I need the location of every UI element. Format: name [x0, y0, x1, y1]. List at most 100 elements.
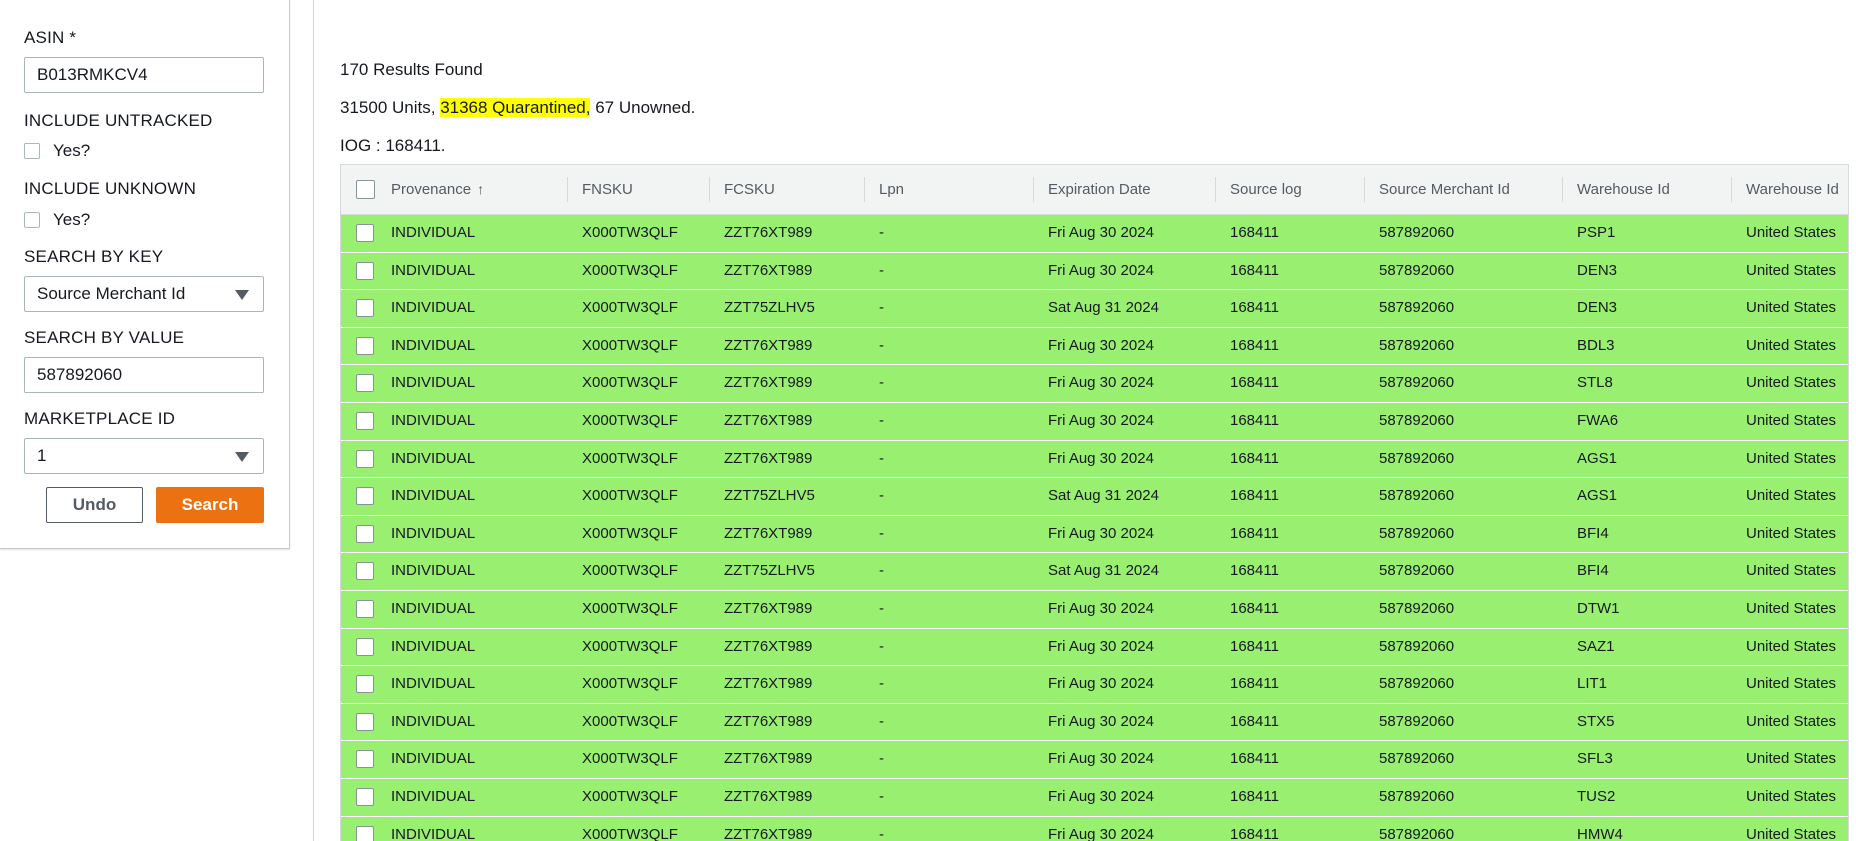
column-header-fcsku[interactable]: FCSKU — [724, 165, 775, 214]
table-row[interactable]: INDIVIDUAL X000TW3QLF ZZT76XT989 - Fri Aug 3… — [341, 628, 1848, 667]
cell-expiration-date: Fri Aug 30 2024 — [1048, 449, 1154, 467]
row-checkbox[interactable] — [356, 336, 374, 355]
column-header-provenance[interactable]: Provenance ↑ — [391, 165, 484, 214]
row-checkbox[interactable] — [356, 675, 374, 694]
column-header-expiration-date[interactable]: Expiration Date — [1048, 165, 1151, 214]
column-resize-handle[interactable] — [1364, 177, 1365, 202]
cell-warehouse-id: BFI4 — [1577, 524, 1609, 542]
cell-warehouse-id-2: United States — [1746, 224, 1837, 241]
table-row[interactable]: INDIVIDUAL X000TW3QLF ZZT76XT989 - Fri Aug 3… — [341, 741, 1848, 779]
row-checkbox[interactable] — [356, 600, 374, 618]
table-row[interactable]: INDIVIDUAL X000TW3QLF ZZT76XT989 - Fri Aug 3… — [341, 703, 1848, 742]
column-header-label: FCSKU — [724, 181, 775, 198]
cell-fnsku: X000TW3QLF — [582, 261, 678, 279]
cell-provenance: INDIVIDUAL — [391, 675, 476, 693]
table-row[interactable]: INDIVIDUAL X000TW3QLF ZZT76XT989 - Fri Aug 3… — [341, 215, 1848, 253]
cell-provenance: INDIVIDUAL — [391, 299, 476, 317]
row-checkbox[interactable] — [356, 261, 374, 280]
row-checkbox[interactable] — [356, 562, 374, 581]
cell-fnsku: X000TW3QLF — [582, 675, 678, 693]
cell-provenance: INDIVIDUAL — [391, 712, 476, 730]
row-checkbox[interactable] — [356, 524, 374, 543]
results-count: 170 Results Found — [340, 60, 483, 79]
table-row[interactable]: INDIVIDUAL X000TW3QLF ZZT76XT989 - Fri Aug 3… — [341, 591, 1848, 629]
table-row[interactable]: INDIVIDUAL X000TW3QLF ZZT76XT989 - Fri Aug 3… — [341, 816, 1848, 841]
row-checkbox[interactable] — [356, 750, 374, 769]
search-button[interactable]: Search — [156, 487, 264, 523]
column-header-lpn[interactable]: Lpn — [879, 165, 904, 214]
asin-label: ASIN * — [24, 28, 77, 47]
table-row[interactable]: INDIVIDUAL X000TW3QLF ZZT76XT989 - Fri Aug 3… — [341, 403, 1848, 441]
table-row[interactable]: INDIVIDUAL X000TW3QLF ZZT75ZLHV5 - Sat Aug 3… — [341, 478, 1848, 516]
cell-fnsku: X000TW3QLF — [582, 487, 678, 505]
cell-source-log: 168411 — [1230, 299, 1279, 317]
checkbox-icon[interactable] — [24, 143, 40, 159]
cell-fnsku: X000TW3QLF — [582, 224, 678, 241]
cell-provenance: INDIVIDUAL — [391, 524, 476, 542]
units-count: 31500 Units, — [340, 98, 436, 117]
cell-lpn: - — [879, 825, 884, 841]
row-checkbox[interactable] — [356, 487, 374, 506]
search-by-key-select[interactable]: Source Merchant Id — [24, 276, 264, 312]
cell-fcsku: ZZT76XT989 — [724, 336, 813, 354]
filter-panel: ASIN * INCLUDE UNTRACKED Yes? INCLUDE UN… — [0, 0, 290, 549]
cell-warehouse-id: FWA6 — [1577, 412, 1619, 429]
unowned-count: 67 Unowned. — [595, 98, 696, 117]
cell-warehouse-id-2: United States — [1746, 261, 1837, 279]
table-row[interactable]: INDIVIDUAL X000TW3QLF ZZT76XT989 - Fri Aug 3… — [341, 779, 1848, 817]
include-unknown-checkbox[interactable]: Yes? — [24, 210, 90, 230]
column-header-warehouse-id-2[interactable]: Warehouse Id — [1746, 165, 1839, 214]
caret-down-icon — [235, 452, 249, 462]
cell-lpn: - — [879, 412, 884, 429]
row-checkbox[interactable] — [356, 412, 374, 430]
table-row[interactable]: INDIVIDUAL X000TW3QLF ZZT75ZLHV5 - Sat Aug 3… — [341, 290, 1848, 328]
row-checkbox[interactable] — [356, 712, 374, 731]
column-resize-handle[interactable] — [567, 177, 568, 202]
include-untracked-checkbox[interactable]: Yes? — [24, 141, 90, 161]
column-header-warehouse-id[interactable]: Warehouse Id — [1577, 165, 1670, 214]
row-checkbox[interactable] — [356, 299, 374, 318]
column-resize-handle[interactable] — [864, 177, 865, 202]
column-header-source-log[interactable]: Source log — [1230, 165, 1302, 214]
column-resize-handle[interactable] — [709, 177, 710, 202]
column-resize-handle[interactable] — [1731, 177, 1732, 202]
row-checkbox[interactable] — [356, 449, 374, 468]
cell-fcsku: ZZT76XT989 — [724, 412, 813, 429]
asin-input[interactable] — [24, 57, 264, 93]
column-header-label: Warehouse Id — [1746, 181, 1839, 198]
row-checkbox[interactable] — [356, 825, 374, 841]
cell-fnsku: X000TW3QLF — [582, 562, 678, 580]
select-all-checkbox[interactable] — [356, 180, 375, 199]
checkbox-icon[interactable] — [24, 212, 40, 228]
cell-source-merchant-id: 587892060 — [1379, 261, 1455, 279]
column-resize-handle[interactable] — [1215, 177, 1216, 202]
arrow-up-icon[interactable]: ↑ — [477, 181, 484, 197]
row-checkbox[interactable] — [356, 224, 374, 242]
row-checkbox[interactable] — [356, 374, 374, 393]
cell-lpn: - — [879, 487, 884, 505]
table-row[interactable]: INDIVIDUAL X000TW3QLF ZZT76XT989 - Fri Aug 3… — [341, 327, 1848, 366]
table-row[interactable]: INDIVIDUAL X000TW3QLF ZZT76XT989 - Fri Aug 3… — [341, 365, 1848, 403]
table-row[interactable]: INDIVIDUAL X000TW3QLF ZZT76XT989 - Fri Aug 3… — [341, 515, 1848, 554]
cell-warehouse-id: AGS1 — [1577, 449, 1618, 467]
column-header-fnsku[interactable]: FNSKU — [582, 165, 633, 214]
table-row[interactable]: INDIVIDUAL X000TW3QLF ZZT76XT989 - Fri Aug 3… — [341, 666, 1848, 704]
cell-fnsku: X000TW3QLF — [582, 299, 678, 317]
table-row[interactable]: INDIVIDUAL X000TW3QLF ZZT75ZLHV5 - Sat Aug 3… — [341, 553, 1848, 591]
cell-expiration-date: Fri Aug 30 2024 — [1048, 336, 1154, 354]
cell-provenance: INDIVIDUAL — [391, 224, 476, 241]
cell-warehouse-id-2: United States — [1746, 412, 1837, 429]
column-resize-handle[interactable] — [1562, 177, 1563, 202]
column-resize-handle[interactable] — [1033, 177, 1034, 202]
search-by-value-input[interactable] — [24, 357, 264, 393]
cell-lpn: - — [879, 449, 884, 467]
undo-button[interactable]: Undo — [46, 487, 143, 523]
column-header-source-merchant-id[interactable]: Source Merchant Id — [1379, 165, 1510, 214]
column-header-label: Expiration Date — [1048, 181, 1151, 198]
cell-expiration-date: Fri Aug 30 2024 — [1048, 412, 1154, 429]
marketplace-id-select[interactable]: 1 — [24, 438, 264, 474]
row-checkbox[interactable] — [356, 788, 374, 806]
table-row[interactable]: INDIVIDUAL X000TW3QLF ZZT76XT989 - Fri Aug 3… — [341, 252, 1848, 291]
table-row[interactable]: INDIVIDUAL X000TW3QLF ZZT76XT989 - Fri Aug 3… — [341, 440, 1848, 479]
row-checkbox[interactable] — [356, 637, 374, 656]
